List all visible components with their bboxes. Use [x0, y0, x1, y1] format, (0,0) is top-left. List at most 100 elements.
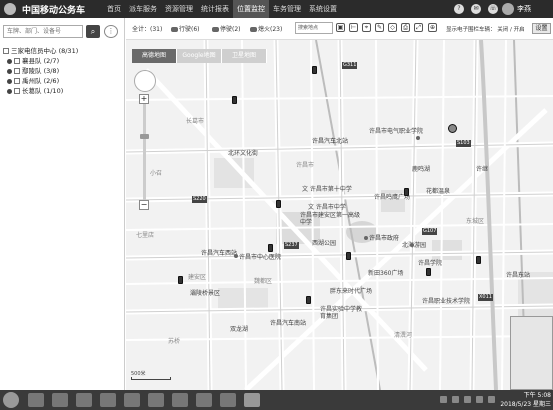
nav-home[interactable]: 首页 [103, 0, 125, 18]
taskbar-app-icon[interactable] [52, 393, 68, 407]
vehicle-marker[interactable] [276, 200, 281, 208]
settings-button[interactable]: 设置 [532, 23, 551, 34]
nav-system-settings[interactable]: 系统设置 [305, 0, 341, 18]
vehicle-search-input[interactable] [3, 25, 83, 38]
legend-off: 熄火(23) [249, 24, 282, 33]
phone-icon[interactable]: ☏ [488, 4, 498, 14]
zoom-icon[interactable]: ⊕ [428, 23, 437, 32]
taskbar-app-icon[interactable] [28, 393, 44, 407]
vehicle-marker[interactable] [404, 188, 409, 196]
layer-icon[interactable]: ▣ [336, 23, 345, 32]
user-name[interactable]: 李燕 [517, 4, 531, 14]
tab-google-map[interactable]: Google地图 [177, 49, 222, 63]
taskbar-app-icon-active[interactable] [244, 393, 260, 407]
pin-icon[interactable]: ⌖ [362, 23, 371, 32]
map-label: 许昌汽车北站 [312, 138, 349, 145]
vehicle-marker[interactable] [178, 276, 183, 284]
top-bar: 中国移动公务车 首页 派车服务 资源管理 统计报表 位置监控 车务管理 系统设置… [0, 0, 553, 18]
map-label: 许继 [476, 166, 489, 173]
nav-resources[interactable]: 资源管理 [161, 0, 197, 18]
taskbar-app-icon[interactable] [148, 393, 164, 407]
zoom-slider[interactable] [139, 104, 149, 200]
map-label: 东城区 [466, 218, 485, 225]
vehicle-marker[interactable] [448, 124, 457, 133]
tree-checkbox[interactable] [14, 78, 20, 84]
map-scale: 500米 [131, 370, 171, 380]
tree-radio[interactable] [7, 78, 12, 84]
nav-location-monitor[interactable]: 位置监控 [233, 0, 269, 18]
tree-checkbox[interactable] [3, 48, 9, 54]
ruler-icon[interactable]: ⊢ [349, 23, 358, 32]
tree-node[interactable]: 鄢陵队 (3/8) [3, 66, 123, 76]
scale-label: 500米 [131, 371, 146, 377]
taskbar-app-icon[interactable] [76, 393, 92, 407]
vehicle-marker[interactable] [232, 96, 237, 104]
nav-vehicle-affairs[interactable]: 车务管理 [269, 0, 305, 18]
fence-toggle[interactable]: 显示电子围栏车辆： 关闭 / 开启 [446, 25, 525, 33]
taskbar-app-icon[interactable] [220, 393, 236, 407]
map-label: 许昌学院 [418, 260, 443, 267]
scale-bar [131, 377, 171, 380]
tree-node[interactable]: 长葛队 (1/10) [3, 86, 123, 96]
tray-icon[interactable] [476, 396, 483, 403]
vehicle-marker[interactable] [312, 66, 317, 74]
map-label: 许昌市电气职业学院 [369, 128, 424, 135]
vehicle-marker[interactable] [306, 296, 311, 304]
tree-radio[interactable] [7, 88, 12, 94]
road-badge: G107 [422, 228, 438, 235]
tree-radio[interactable] [7, 58, 12, 64]
draw-icon[interactable]: ✎ [375, 23, 384, 32]
poi-marker [234, 254, 238, 258]
search-button[interactable]: ⌕ [86, 25, 100, 38]
system-clock[interactable]: 下午 5:08 2018/5/23 星期三 [500, 391, 551, 409]
print-icon[interactable]: ⎙ [401, 23, 410, 32]
map-label: 建安区 [188, 274, 207, 281]
map-label: 花都温泉 [426, 188, 451, 195]
tree-radio[interactable] [7, 68, 12, 74]
taskbar-app-icon[interactable] [172, 393, 188, 407]
map-label: 文 许昌市第十中学 [302, 186, 352, 193]
map-label: 鹿鸣湖 [412, 166, 431, 173]
vehicle-marker[interactable] [268, 244, 273, 252]
tray-icon[interactable] [440, 396, 447, 403]
taskbar-app-icon[interactable] [196, 393, 212, 407]
tree-checkbox[interactable] [14, 68, 20, 74]
map-canvas[interactable]: 高德地图 Google地图 卫星地图 + − G311 S237 S220 S1… [126, 40, 553, 390]
tab-gaode-map[interactable]: 高德地图 [132, 49, 177, 63]
map-label: 许昌东站 [506, 272, 531, 279]
start-button[interactable] [3, 392, 19, 408]
help-icon[interactable]: ? [454, 4, 464, 14]
overview-map[interactable] [510, 316, 553, 390]
tray-icon[interactable] [488, 396, 495, 403]
vehicle-marker[interactable] [426, 268, 431, 276]
map-label: 许昌市建安区第一高级中学 [300, 212, 361, 226]
legend-moving-label: 行驶(6) [179, 26, 200, 33]
map-label: 双龙湖 [230, 326, 249, 333]
tree-node[interactable]: 襄县队 (2/7) [3, 56, 123, 66]
avatar[interactable] [502, 3, 514, 15]
vehicle-marker[interactable] [476, 256, 481, 264]
zoom-in-button[interactable]: + [139, 94, 149, 104]
zoom-out-button[interactable]: − [139, 200, 149, 210]
tree-node[interactable]: 禹州队 (2/6) [3, 76, 123, 86]
vehicle-marker[interactable] [346, 252, 351, 260]
filter-button[interactable]: ⋮ [104, 25, 118, 38]
taskbar-app-icon[interactable] [100, 393, 116, 407]
tree-node-root[interactable]: 三家电信员中心 (8/31) [3, 46, 123, 56]
nav-dispatch[interactable]: 派车服务 [125, 0, 161, 18]
tree-checkbox[interactable] [14, 88, 20, 94]
area-icon[interactable]: ◇ [388, 23, 397, 32]
tray-icon[interactable] [464, 396, 471, 403]
zoom-thumb[interactable] [139, 134, 149, 139]
fullscreen-icon[interactable]: ⤢ [414, 23, 423, 32]
tree-checkbox[interactable] [14, 58, 20, 64]
address-search-input[interactable]: 搜索地点 [295, 22, 333, 34]
tab-satellite-map[interactable]: 卫星地图 [222, 49, 267, 63]
pan-control[interactable] [134, 70, 156, 92]
nav-reports[interactable]: 统计报表 [197, 0, 233, 18]
message-icon[interactable]: ✉ [471, 4, 481, 14]
taskbar-app-icon[interactable] [124, 393, 140, 407]
tray-icon[interactable] [452, 396, 459, 403]
map-label: 长葛市 [186, 118, 205, 125]
tree-label: 襄县队 (2/7) [22, 57, 60, 65]
